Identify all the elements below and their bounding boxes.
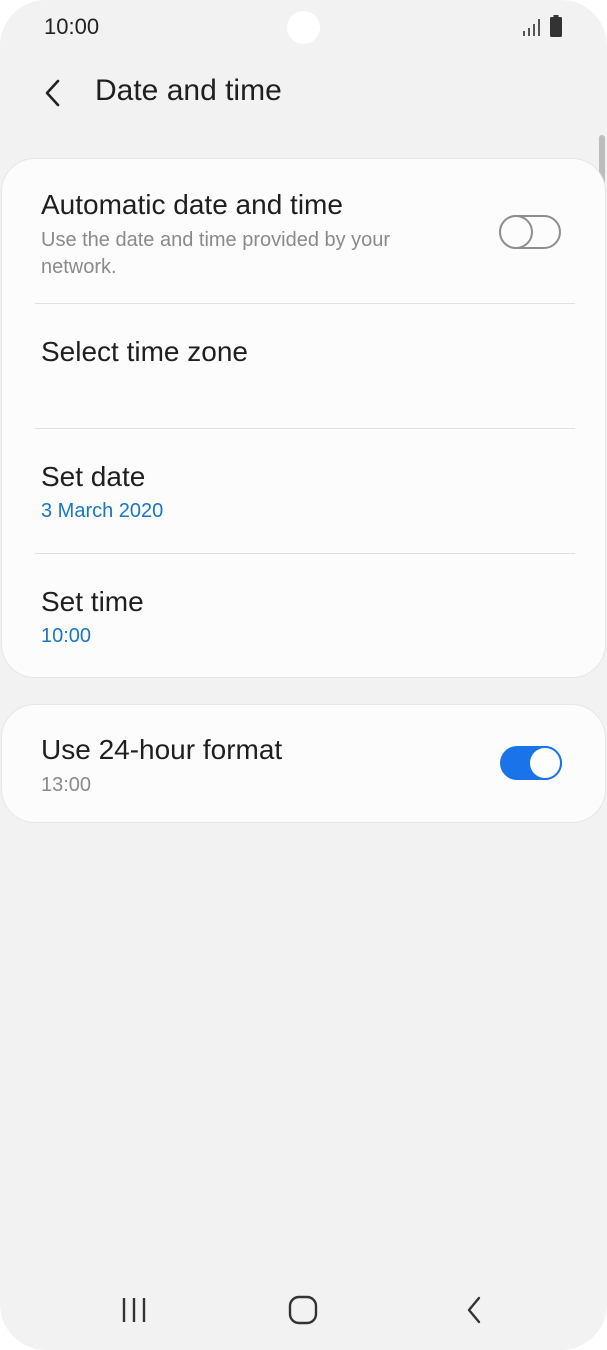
home-icon [288, 1295, 318, 1325]
use-24-hour-format-row[interactable]: Use 24-hour format 13:00 [2, 705, 605, 822]
use-24-hour-format-title: Use 24-hour format [41, 734, 283, 765]
toggle-knob [499, 215, 533, 249]
use-24-hour-format-example: 13:00 [41, 774, 92, 796]
set-date-row[interactable]: Set date 3 March 2020 [2, 429, 605, 554]
back-button[interactable] [30, 70, 76, 116]
date-time-settings-card: Automatic date and time Use the date and… [1, 158, 606, 678]
camera-cutout [287, 11, 320, 44]
automatic-date-time-row[interactable]: Automatic date and time Use the date and… [2, 159, 605, 304]
battery-icon [550, 15, 562, 37]
nav-back-button[interactable] [454, 1290, 494, 1330]
format-settings-card: Use 24-hour format 13:00 [1, 704, 606, 823]
select-time-zone-row[interactable]: Select time zone [2, 304, 605, 429]
home-button[interactable] [283, 1290, 323, 1330]
page-title: Date and time [95, 74, 282, 107]
automatic-date-time-title: Automatic date and time [41, 189, 343, 220]
set-time-value: 10:00 [41, 625, 92, 647]
select-time-zone-title: Select time zone [41, 336, 248, 367]
chevron-left-icon [45, 79, 60, 107]
use-24-hour-format-toggle[interactable] [500, 746, 562, 780]
phone-screen: 10:00 Date and time Automatic date and t… [0, 0, 607, 1350]
set-time-title: Set time [41, 586, 144, 617]
recents-icon [122, 1298, 146, 1322]
back-icon [467, 1296, 481, 1324]
set-time-row[interactable]: Set time 10:00 [2, 554, 605, 678]
automatic-date-time-toggle[interactable] [499, 215, 561, 249]
set-date-title: Set date [41, 461, 146, 492]
signal-icon [523, 19, 540, 36]
recents-button[interactable] [114, 1290, 154, 1330]
set-date-value: 3 March 2020 [41, 500, 164, 522]
status-time: 10:00 [44, 14, 100, 39]
toggle-knob [528, 746, 562, 780]
automatic-date-time-subtitle: Use the date and time provided by your n… [41, 229, 391, 278]
